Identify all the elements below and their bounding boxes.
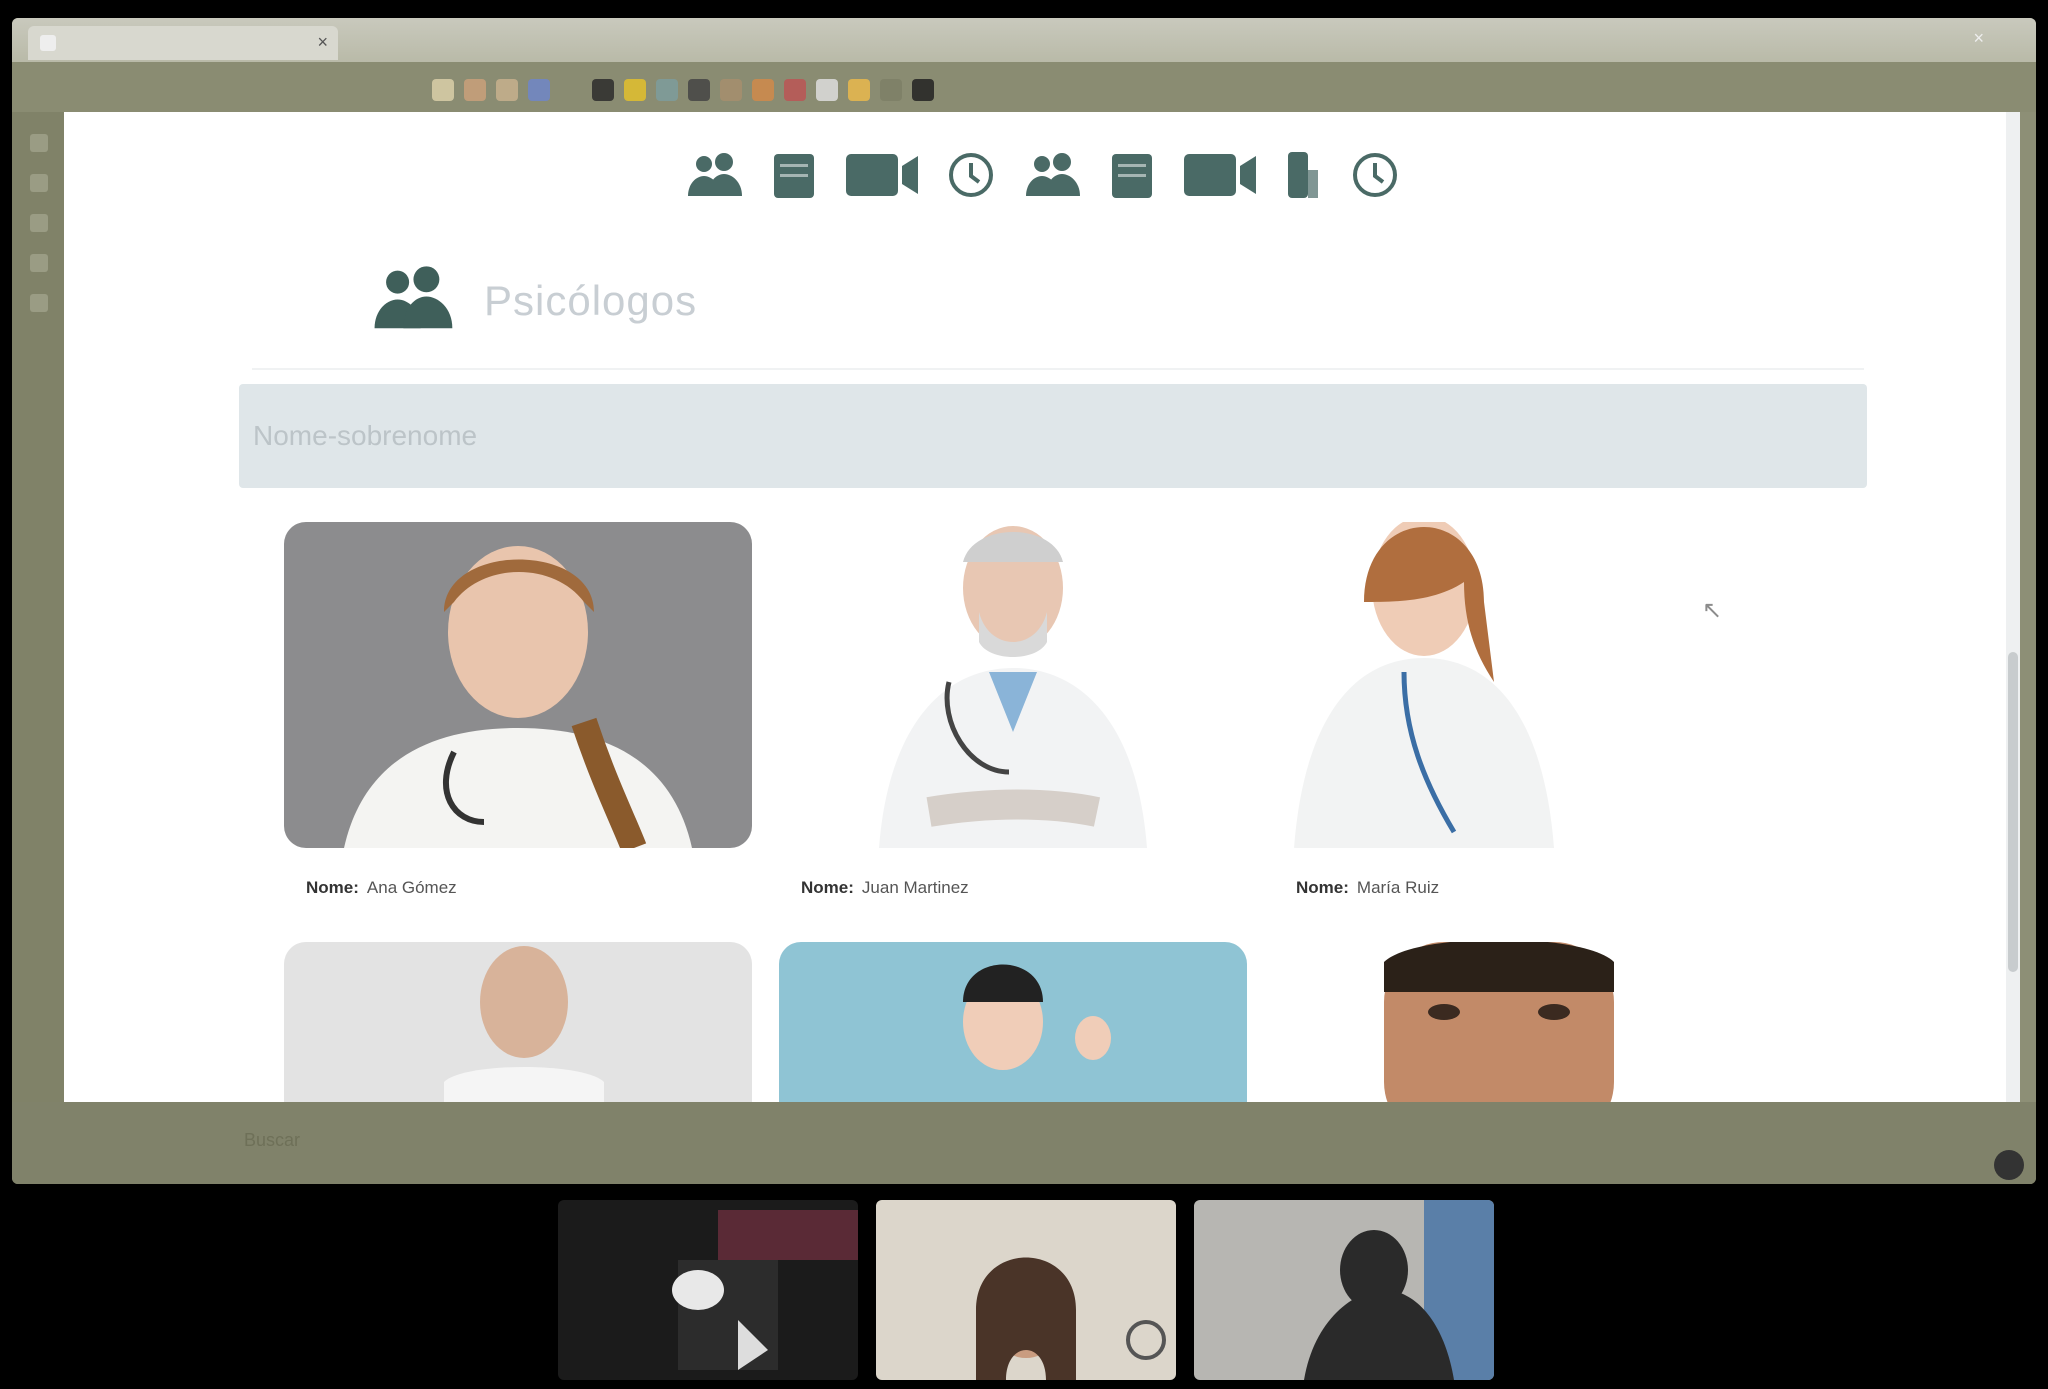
search-input[interactable]: Nome-sobrenome <box>239 384 1867 488</box>
psychologist-photo <box>284 942 752 1102</box>
extension-icon[interactable] <box>464 79 486 101</box>
extension-icon[interactable] <box>880 79 902 101</box>
extension-icon[interactable] <box>624 79 646 101</box>
users-icon[interactable] <box>684 150 744 200</box>
tab-close-button[interactable]: × <box>317 32 328 52</box>
psychologist-card[interactable]: Nome: Ana Gómez <box>284 522 752 898</box>
mouse-cursor: ↖ <box>1702 597 1723 624</box>
extension-icon[interactable] <box>752 79 774 101</box>
participant-tile[interactable] <box>1194 1200 1494 1380</box>
document-icon[interactable] <box>1108 150 1156 200</box>
taskbar-search[interactable]: Buscar <box>244 1130 300 1151</box>
psychologist-photo <box>284 522 752 848</box>
web-page: Psicólogos Nome-sobrenome Nome: Ana Gómez <box>64 112 2020 1102</box>
psychologist-card[interactable] <box>284 942 752 1102</box>
page-scrollbar[interactable] <box>2006 112 2020 1102</box>
video-icon[interactable] <box>1182 150 1258 200</box>
extension-icon[interactable] <box>560 79 582 101</box>
app-icon[interactable] <box>1994 1150 2024 1180</box>
browser-toolbar <box>12 62 2036 112</box>
browser-titlebar: × × <box>12 18 2036 62</box>
document-icon[interactable] <box>770 150 818 200</box>
left-rail <box>12 112 64 1102</box>
card-caption: Nome: Juan Martinez <box>779 878 1247 898</box>
extension-icon[interactable] <box>656 79 678 101</box>
caption-label: Nome: <box>801 878 854 897</box>
psychologist-photo <box>779 942 1247 1102</box>
phone-icon[interactable] <box>1284 150 1324 200</box>
caption-value: María Ruiz <box>1356 878 1440 897</box>
extension-icon[interactable] <box>688 79 710 101</box>
rail-icon[interactable] <box>30 254 48 272</box>
scroll-thumb[interactable] <box>2008 652 2018 972</box>
extension-icon[interactable] <box>848 79 870 101</box>
favicon-icon <box>40 35 56 51</box>
extension-icon[interactable] <box>496 79 518 101</box>
extension-icon[interactable] <box>592 79 614 101</box>
extension-icon[interactable] <box>528 79 550 101</box>
participant-tile[interactable] <box>558 1200 858 1380</box>
rail-icon[interactable] <box>30 214 48 232</box>
divider <box>252 368 1864 370</box>
clock-icon[interactable] <box>1350 150 1400 200</box>
caption-value: Ana Gómez <box>366 878 457 897</box>
caption-label: Nome: <box>1296 878 1349 897</box>
page-title: Psicólogos <box>484 276 698 324</box>
psychologist-photo <box>779 522 1247 848</box>
page-header: Psicólogos <box>364 262 697 339</box>
psychologist-card[interactable]: Nome: María Ruiz <box>1274 522 1742 898</box>
psychologist-photo <box>1274 522 1742 848</box>
caption-label: Nome: <box>306 878 359 897</box>
users-icon <box>364 262 460 339</box>
extension-icon[interactable] <box>912 79 934 101</box>
card-caption: Nome: Ana Gómez <box>284 878 752 898</box>
participant-tile[interactable] <box>876 1200 1176 1380</box>
caption-value: Juan Martinez <box>861 878 969 897</box>
top-nav <box>64 150 2020 200</box>
psychologist-card[interactable] <box>1274 942 1742 1102</box>
psychologist-card[interactable] <box>779 942 1247 1102</box>
card-caption: Nome: María Ruiz <box>1274 878 1742 898</box>
rail-icon[interactable] <box>30 174 48 192</box>
extension-icon[interactable] <box>720 79 742 101</box>
extension-icon[interactable] <box>432 79 454 101</box>
users-icon[interactable] <box>1022 150 1082 200</box>
clock-icon[interactable] <box>946 150 996 200</box>
psychologist-card[interactable]: Nome: Juan Martinez <box>779 522 1247 898</box>
window-close-button[interactable]: × <box>1973 28 1984 49</box>
browser-tab[interactable]: × <box>28 26 338 60</box>
extension-icon[interactable] <box>784 79 806 101</box>
extension-icon[interactable] <box>816 79 838 101</box>
taskbar: Buscar <box>12 1102 2036 1184</box>
rail-icon[interactable] <box>30 134 48 152</box>
rail-icon[interactable] <box>30 294 48 312</box>
shared-screen: × × Psicólogos Nome-sobrenome Nome: Ana … <box>12 18 2036 1184</box>
psychologist-photo <box>1274 942 1742 1102</box>
video-icon[interactable] <box>844 150 920 200</box>
extension-strip <box>432 79 934 101</box>
